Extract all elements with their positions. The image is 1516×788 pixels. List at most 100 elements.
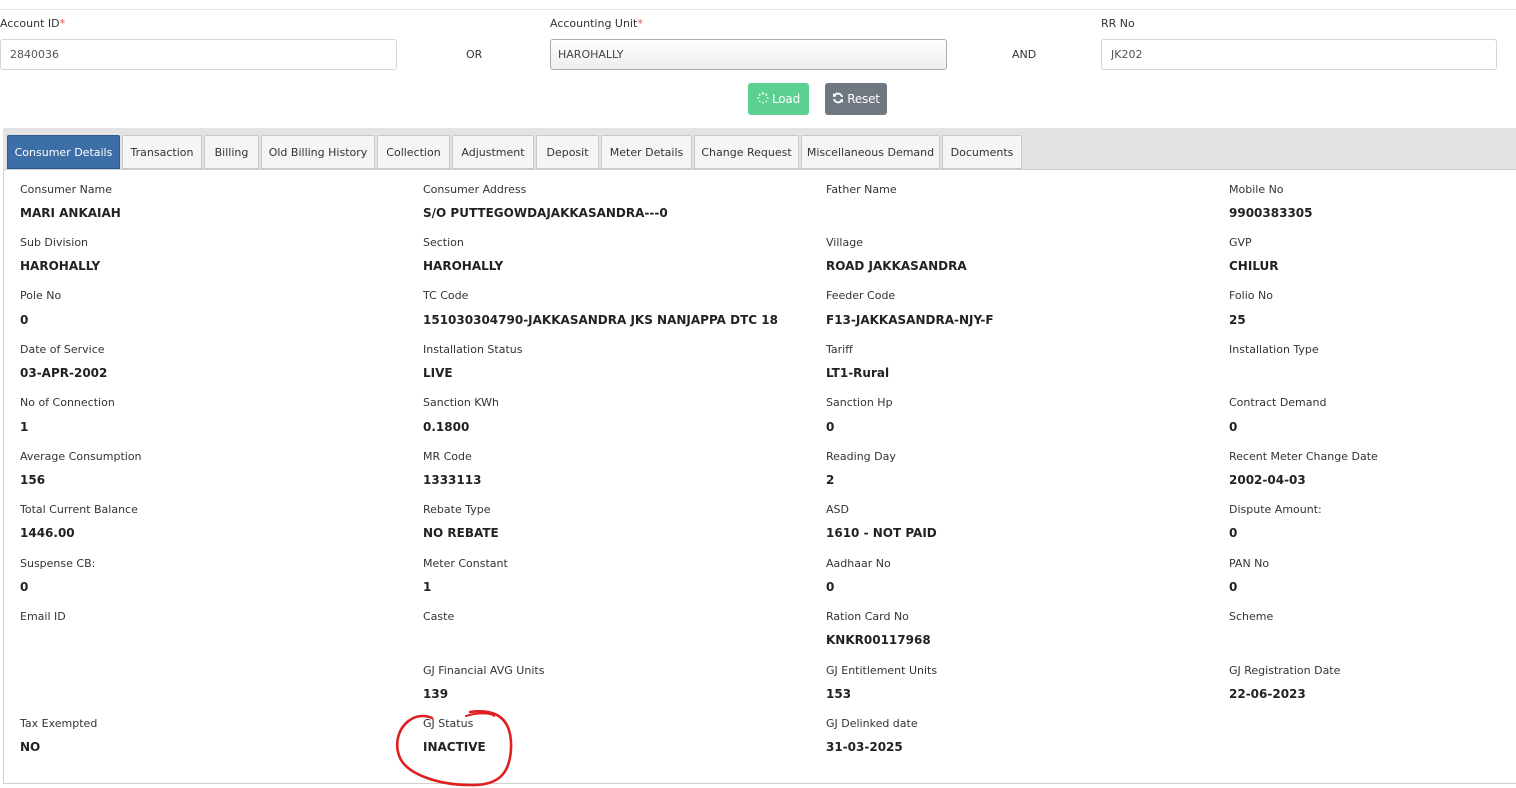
accounting-unit-select[interactable]: HAROHALLY xyxy=(550,39,947,70)
installation-status-value: LIVE xyxy=(423,366,453,380)
spinner-icon xyxy=(757,92,769,106)
tab-documents[interactable]: Documents xyxy=(942,135,1022,169)
meter-constant-value: 1 xyxy=(423,580,432,594)
tab-consumer-details[interactable]: Consumer Details xyxy=(7,135,120,169)
reading-day-value: 2 xyxy=(826,473,835,487)
tab-collection[interactable]: Collection xyxy=(377,135,450,169)
asd-value: 1610 - NOT PAID xyxy=(826,526,937,540)
gj-entitlement-units-label: GJ Entitlement Units xyxy=(826,664,938,677)
gj-delinked-date-value: 31-03-2025 xyxy=(826,740,903,754)
contract-demand-value: 0 xyxy=(1229,420,1238,434)
gj-entitlement-units-value: 153 xyxy=(826,687,852,701)
tab-change-request[interactable]: Change Request xyxy=(694,135,799,169)
installation-status-label: Installation Status xyxy=(423,343,523,356)
date-of-service-value: 03-APR-2002 xyxy=(20,366,108,380)
load-button[interactable]: Load xyxy=(748,83,809,115)
no-of-connection-value: 1 xyxy=(20,420,29,434)
sanction-hp-label: Sanction Hp xyxy=(826,396,893,409)
mr-code-label: MR Code xyxy=(423,450,472,463)
total-current-balance-label: Total Current Balance xyxy=(20,503,138,516)
pan-no-value: 0 xyxy=(1229,580,1238,594)
account-id-input[interactable] xyxy=(0,39,397,70)
reset-button[interactable]: Reset xyxy=(825,83,887,115)
consumer-address-label: Consumer Address xyxy=(423,183,527,196)
average-consumption-value: 156 xyxy=(20,473,46,487)
no-of-connection-label: No of Connection xyxy=(20,396,115,409)
tab-billing[interactable]: Billing xyxy=(204,135,259,169)
recent-meter-change-date-value: 2002-04-03 xyxy=(1229,473,1306,487)
dispute-amount-value: 0 xyxy=(1229,526,1238,540)
sanction-kwh-value: 0.1800 xyxy=(423,420,470,434)
refresh-icon xyxy=(832,92,844,106)
feeder-code-value: F13-JAKKASANDRA-NJY-F xyxy=(826,313,994,327)
sanction-kwh-label: Sanction KWh xyxy=(423,396,499,409)
average-consumption-label: Average Consumption xyxy=(20,450,142,463)
meter-constant-label: Meter Constant xyxy=(423,557,508,570)
section-label: Section xyxy=(423,236,464,249)
gj-delinked-date-label: GJ Delinked date xyxy=(826,717,918,730)
consumer-address-value: S/O PUTTEGOWDAJAKKASANDRA---0 xyxy=(423,206,668,220)
date-of-service-label: Date of Service xyxy=(20,343,105,356)
folio-no-label: Folio No xyxy=(1229,289,1273,302)
gj-registration-date-label: GJ Registration Date xyxy=(1229,664,1341,677)
rr-no-label: RR No xyxy=(1101,17,1135,30)
tax-exempted-label: Tax Exempted xyxy=(20,717,98,730)
load-button-label: Load xyxy=(772,92,800,106)
mobile-no-label: Mobile No xyxy=(1229,183,1284,196)
gj-financial-avg-units-value: 139 xyxy=(423,687,449,701)
mobile-no-value: 9900383305 xyxy=(1229,206,1313,220)
recent-meter-change-date-label: Recent Meter Change Date xyxy=(1229,450,1378,463)
gj-registration-date-value: 22-06-2023 xyxy=(1229,687,1306,701)
sub-division-label: Sub Division xyxy=(20,236,89,249)
tariff-label: Tariff xyxy=(826,343,853,356)
installation-type-label: Installation Type xyxy=(1229,343,1319,356)
dispute-amount-label: Dispute Amount: xyxy=(1229,503,1322,516)
suspense-cb-value: 0 xyxy=(20,580,29,594)
gj-status-label: GJ Status xyxy=(423,717,474,730)
email-id-label: Email ID xyxy=(20,610,66,623)
sanction-hp-value: 0 xyxy=(826,420,835,434)
ration-card-no-label: Ration Card No xyxy=(826,610,909,623)
tariff-value: LT1-Rural xyxy=(826,366,890,380)
accounting-unit-label: Accounting Unit* xyxy=(550,17,643,30)
gj-status-value: INACTIVE xyxy=(423,740,486,754)
folio-no-value: 25 xyxy=(1229,313,1246,327)
account-id-label: Account ID* xyxy=(0,17,66,30)
tab-old-billing-history[interactable]: Old Billing History xyxy=(261,135,375,169)
aadhaar-no-value: 0 xyxy=(826,580,835,594)
tab-meter-details[interactable]: Meter Details xyxy=(601,135,692,169)
village-value: ROAD JAKKASANDRA xyxy=(826,259,967,273)
or-connector: OR xyxy=(466,48,483,61)
rebate-type-label: Rebate Type xyxy=(423,503,491,516)
pole-no-label: Pole No xyxy=(20,289,62,302)
mr-code-value: 1333113 xyxy=(423,473,482,487)
contract-demand-label: Contract Demand xyxy=(1229,396,1327,409)
aadhaar-no-label: Aadhaar No xyxy=(826,557,891,570)
rr-no-input[interactable] xyxy=(1101,39,1497,70)
rebate-type-value: NO REBATE xyxy=(423,526,499,540)
pan-no-label: PAN No xyxy=(1229,557,1270,570)
suspense-cb-label: Suspense CB: xyxy=(20,557,96,570)
consumer-name-label: Consumer Name xyxy=(20,183,113,196)
tab-miscellaneous-demand[interactable]: Miscellaneous Demand xyxy=(801,135,940,169)
consumer-name-value: MARI ANKAIAH xyxy=(20,206,121,220)
accounting-unit-selected-value: HAROHALLY xyxy=(558,48,624,61)
gvp-label: GVP xyxy=(1229,236,1252,249)
gj-financial-avg-units-label: GJ Financial AVG Units xyxy=(423,664,545,677)
sub-division-value: HAROHALLY xyxy=(20,259,101,273)
top-divider xyxy=(0,9,1516,10)
caste-label: Caste xyxy=(423,610,455,623)
tab-deposit[interactable]: Deposit xyxy=(536,135,599,169)
village-label: Village xyxy=(826,236,863,249)
total-current-balance-value: 1446.00 xyxy=(20,526,75,540)
feeder-code-label: Feeder Code xyxy=(826,289,896,302)
tab-adjustment[interactable]: Adjustment xyxy=(452,135,534,169)
gvp-value: CHILUR xyxy=(1229,259,1279,273)
and-connector: AND xyxy=(1012,48,1037,61)
tax-exempted-value: NO xyxy=(20,740,41,754)
tab-transaction[interactable]: Transaction xyxy=(122,135,202,169)
tc-code-value: 151030304790-JAKKASANDRA JKS NANJAPPA DT… xyxy=(423,313,778,327)
asd-label: ASD xyxy=(826,503,849,516)
tc-code-label: TC Code xyxy=(423,289,469,302)
reading-day-label: Reading Day xyxy=(826,450,896,463)
